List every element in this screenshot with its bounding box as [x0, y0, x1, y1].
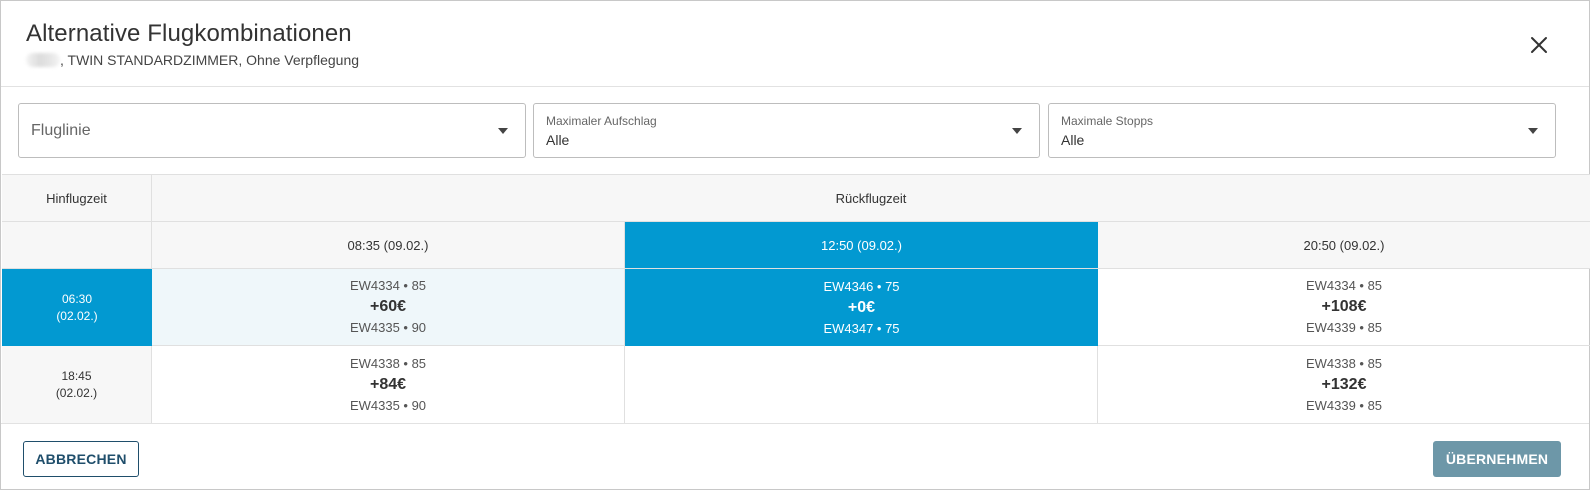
outbound-date: (02.02.): [55, 385, 98, 400]
return-time: 12:50: [821, 237, 854, 253]
close-button[interactable]: [1525, 31, 1553, 59]
return-flight-number: EW4347 • 75: [823, 320, 900, 336]
outbound-flight-number: EW4334 • 85: [349, 278, 427, 293]
return-time-column: 20:50 (09.02.): [1098, 222, 1590, 269]
chevron-down-icon: [1528, 128, 1538, 134]
flight-combination-cell[interactable]: EW4338 • 85 +132€ EW4339 • 85: [1098, 346, 1590, 423]
alternative-flights-dialog: Alternative Flugkombinationen , TWIN STA…: [0, 0, 1590, 490]
outbound-flight-number: EW4338 • 85: [1305, 355, 1383, 371]
max-surcharge-value: Alle: [546, 132, 570, 148]
price-surcharge: +108€: [1321, 298, 1367, 315]
outbound-time: 06:30: [61, 291, 93, 306]
redacted-hotel-name: [26, 53, 60, 67]
room-description: , TWIN STANDARDZIMMER, Ohne Verpflegung: [60, 52, 360, 68]
return-flight-number: EW4335 • 90: [349, 320, 427, 335]
flight-combination-table: Hinflugzeit Rückflugzeit 08:35 (09.02.) …: [2, 174, 1590, 423]
return-date: (09.02.): [1339, 237, 1385, 253]
flight-combination-cell[interactable]: EW4334 • 85 +60€ EW4335 • 90: [152, 269, 625, 346]
apply-button[interactable]: ÜBERNEHMEN: [1433, 441, 1561, 477]
chevron-down-icon: [1012, 128, 1022, 134]
dialog-footer: ABBRECHEN ÜBERNEHMEN: [1, 423, 1589, 490]
outbound-flight-number: EW4338 • 85: [349, 355, 427, 371]
flight-combination-cell-empty: [625, 346, 1098, 423]
outbound-time-cell: 18:45 (02.02.): [2, 346, 152, 423]
return-time-header: Rückflugzeit: [152, 174, 1590, 222]
outbound-flight-number: EW4346 • 75: [823, 278, 900, 294]
max-surcharge-label: Maximaler Aufschlag: [546, 114, 657, 128]
empty-corner-cell: [2, 222, 152, 269]
return-flight-number: EW4339 • 85: [1305, 320, 1383, 335]
max-surcharge-select[interactable]: Maximaler Aufschlag Alle: [533, 103, 1040, 158]
outbound-date: (02.02.): [56, 308, 98, 323]
max-stops-label: Maximale Stopps: [1061, 114, 1154, 128]
airline-placeholder: Fluglinie: [31, 122, 91, 139]
dialog-header: Alternative Flugkombinationen , TWIN STA…: [1, 1, 1589, 87]
dialog-subtitle: , TWIN STANDARDZIMMER, Ohne Verpflegung: [26, 52, 359, 68]
return-flight-number: EW4335 • 90: [349, 397, 427, 413]
flight-combination-cell-selected[interactable]: EW4346 • 75 +0€ EW4347 • 75: [625, 269, 1098, 346]
chevron-down-icon: [498, 128, 508, 134]
return-date: (09.02.): [383, 237, 429, 253]
outbound-flight-number: EW4334 • 85: [1305, 278, 1383, 293]
price-surcharge: +60€: [369, 298, 407, 315]
return-time-column: 08:35 (09.02.): [152, 222, 625, 269]
return-time: 08:35: [347, 237, 381, 253]
return-time: 20:50: [1303, 237, 1337, 253]
price-surcharge: +0€: [847, 298, 876, 316]
flight-combination-cell[interactable]: EW4338 • 85 +84€ EW4335 • 90: [152, 346, 625, 423]
return-date: (09.02.): [857, 237, 902, 253]
return-flight-number: EW4339 • 85: [1305, 397, 1383, 413]
outbound-time: 18:45: [61, 368, 92, 383]
cancel-button[interactable]: ABBRECHEN: [23, 441, 139, 477]
airline-select[interactable]: Fluglinie: [18, 103, 526, 158]
price-surcharge: +132€: [1321, 375, 1367, 393]
dialog-title: Alternative Flugkombinationen: [26, 20, 352, 47]
outbound-time-header: Hinflugzeit: [2, 174, 152, 222]
close-icon: [1531, 37, 1547, 53]
outbound-time-cell: 06:30 (02.02.): [2, 269, 152, 346]
max-stops-value: Alle: [1061, 132, 1085, 148]
filter-bar: Fluglinie Maximaler Aufschlag Alle Maxim…: [1, 87, 1589, 174]
flight-combination-cell[interactable]: EW4334 • 85 +108€ EW4339 • 85: [1098, 269, 1590, 346]
max-stops-select[interactable]: Maximale Stopps Alle: [1048, 103, 1556, 158]
return-time-column: 12:50 (09.02.): [625, 222, 1098, 269]
price-surcharge: +84€: [369, 375, 407, 393]
